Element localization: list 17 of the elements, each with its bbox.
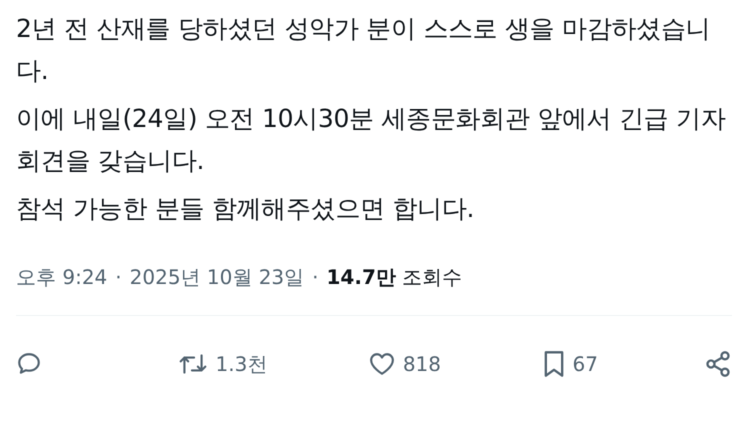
post-date: 2025년 10월 23일 [130, 264, 304, 291]
view-label: 조회수 [402, 265, 462, 289]
share-button[interactable] [704, 350, 732, 378]
separator-dot: · [115, 265, 122, 289]
post-text: 참석 가능한 분들 함께해주셨으면 합니다. [16, 193, 476, 225]
heart-icon [368, 352, 395, 376]
bookmark-icon [542, 350, 564, 378]
separator-dot: · [312, 265, 319, 289]
post-text: 이에 내일(24일) 오전 10시30분 세종문화회관 앞에서 긴급 기자회견을 갖습니다. [16, 103, 726, 177]
view-count: 14.7만 [326, 265, 396, 289]
like-button[interactable]: 818 [368, 352, 441, 376]
bookmark-button[interactable]: 67 [542, 350, 602, 378]
post-time: 오후 9:24 [16, 264, 108, 291]
speech-bubble-icon [16, 351, 42, 377]
repost-button[interactable]: 1.3천 [178, 350, 268, 378]
share-icon [704, 350, 732, 378]
post-text: 2년 전 산재를 당하셨던 성악가 분이 스스로 생을 마감하셨습니다. [16, 13, 712, 87]
